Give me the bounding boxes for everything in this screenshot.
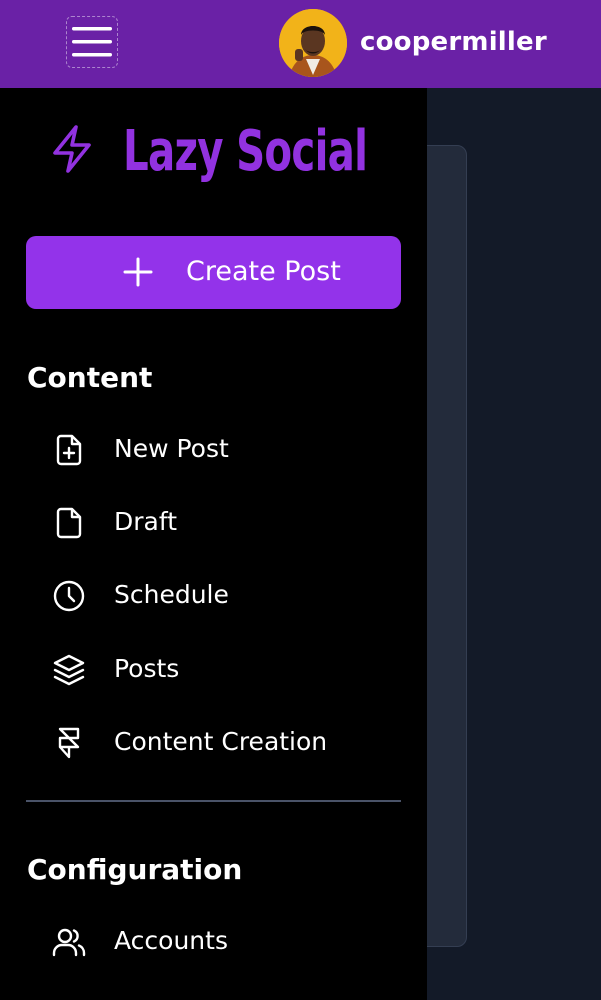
- layers-icon: [53, 654, 85, 686]
- avatar-image: [279, 9, 347, 77]
- section-title-configuration: Configuration: [27, 853, 243, 886]
- sidebar-item-accounts[interactable]: Accounts: [40, 913, 410, 969]
- hamburger-menu-icon: [72, 27, 112, 57]
- section-divider: [26, 800, 401, 802]
- top-bar: coopermiller: [0, 0, 601, 88]
- plus-icon: [123, 257, 153, 287]
- sidebar-item-label: Posts: [114, 654, 180, 683]
- clock-icon: [53, 580, 85, 612]
- sidebar-item-content-creation[interactable]: Content Creation: [40, 714, 410, 770]
- sidebar-item-draft[interactable]: Draft: [40, 494, 410, 550]
- menu-toggle-button[interactable]: [66, 16, 118, 68]
- file-plus-icon: [56, 434, 82, 466]
- brand-name[interactable]: Lazy Social: [123, 116, 368, 188]
- section-title-content: Content: [27, 361, 153, 394]
- sidebar-item-label: Draft: [114, 507, 178, 536]
- sidebar-item-new-post[interactable]: New Post: [40, 421, 410, 477]
- sidebar-item-label: Content Creation: [114, 727, 328, 756]
- create-post-label: Create Post: [186, 256, 341, 287]
- sidebar-item-label: New Post: [114, 434, 229, 463]
- sidebar-item-posts[interactable]: Posts: [40, 641, 410, 697]
- sidebar-item-label: Accounts: [114, 926, 228, 955]
- create-post-button[interactable]: Create Post: [26, 236, 401, 309]
- user-avatar[interactable]: [279, 9, 347, 77]
- framer-icon: [58, 727, 80, 759]
- sidebar-item-schedule[interactable]: Schedule: [40, 567, 410, 623]
- lightning-bolt-icon: [53, 125, 91, 173]
- file-icon: [56, 507, 82, 539]
- sidebar-item-label: Schedule: [114, 580, 229, 609]
- username-label[interactable]: coopermiller: [360, 24, 547, 60]
- users-icon: [52, 928, 86, 957]
